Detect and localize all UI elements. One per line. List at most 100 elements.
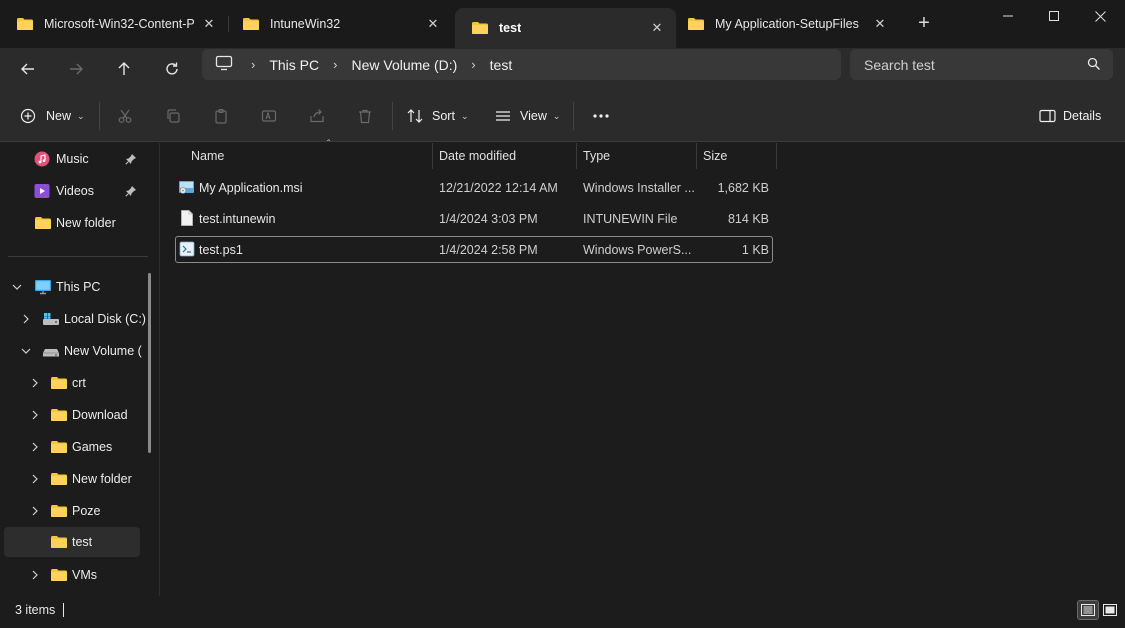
details-pane-button[interactable]: Details [1036, 102, 1101, 130]
search-input[interactable]: Search test [850, 49, 1113, 80]
chevron-right-icon[interactable] [28, 504, 42, 518]
sidebar-item-vms[interactable]: VMs [0, 560, 150, 590]
command-divider [99, 102, 100, 130]
copy-button[interactable] [158, 102, 188, 130]
sidebar-item-videos[interactable]: Videos [0, 176, 150, 206]
column-header-size[interactable]: Size [697, 143, 777, 169]
delete-button[interactable] [350, 102, 380, 130]
file-row-test-intunewin[interactable]: test.intunewin 1/4/2024 3:03 PM INTUNEWI… [175, 205, 773, 232]
sidebar-item-this-pc[interactable]: This PC [0, 272, 150, 302]
tab-test[interactable]: test ✕ [455, 8, 676, 48]
chevron-down-icon[interactable] [19, 344, 33, 358]
pin-icon[interactable] [125, 153, 140, 168]
sidebar-item-test[interactable]: test [4, 527, 140, 557]
close-tab-icon[interactable]: ✕ [424, 15, 442, 33]
file-name: test.ps1 [199, 242, 243, 257]
maximize-icon [1049, 11, 1059, 21]
file-size: 814 KB [727, 211, 769, 226]
share-button[interactable] [302, 102, 332, 130]
powershell-file-icon [179, 241, 195, 260]
sidebar-item-poze[interactable]: Poze [0, 496, 150, 526]
back-button[interactable] [12, 53, 44, 85]
address-bar[interactable]: › This PC › New Volume (D:) › test [202, 49, 841, 80]
arrow-left-icon [21, 63, 34, 75]
sort-button[interactable]: Sort ⌄ [404, 102, 468, 130]
new-tab-button[interactable]: + [912, 12, 936, 36]
column-header-type[interactable]: Type [577, 143, 697, 169]
folder-icon [471, 21, 489, 35]
search-icon[interactable] [1087, 57, 1101, 74]
file-row-test-ps1[interactable]: test.ps1 1/4/2024 2:58 PM Windows PowerS… [175, 236, 773, 263]
sidebar-item-local-disk-c[interactable]: Local Disk (C:) [0, 304, 150, 334]
file-name: test.intunewin [199, 211, 276, 226]
chevron-right-icon[interactable] [28, 472, 42, 486]
chevron-right-icon[interactable] [19, 312, 33, 326]
breadcrumb-this-pc[interactable]: This PC [269, 57, 319, 73]
file-type: Windows Installer ... [583, 180, 695, 195]
view-button[interactable]: View ⌄ [492, 102, 560, 130]
search-placeholder: Search test [864, 56, 935, 73]
sort-icon [404, 102, 426, 130]
chevron-right-icon: › [333, 57, 338, 72]
forward-button[interactable] [60, 53, 92, 85]
tab-label: My Application-SetupFiles [715, 17, 859, 31]
close-icon [1094, 10, 1106, 22]
sidebar-item-new-folder[interactable]: New folder [0, 208, 150, 238]
sidebar-item-label: New folder [72, 472, 132, 486]
sidebar-scrollbar[interactable] [148, 273, 151, 453]
sort-label: Sort [432, 109, 455, 123]
folder-icon [50, 504, 68, 518]
maximize-button[interactable] [1031, 0, 1077, 32]
chevron-right-icon[interactable] [28, 376, 42, 390]
rename-button[interactable] [254, 102, 284, 130]
column-header-date-modified[interactable]: Date modified [433, 143, 577, 169]
close-tab-icon[interactable]: ✕ [648, 19, 666, 37]
chevron-right-icon[interactable] [28, 568, 42, 582]
sidebar-item-new-folder-d[interactable]: New folder [0, 464, 150, 494]
breadcrumb-test[interactable]: test [490, 57, 513, 73]
sidebar-item-label: New folder [56, 216, 116, 230]
chevron-right-icon[interactable] [28, 408, 42, 422]
file-row-my-application-msi[interactable]: My Application.msi 12/21/2022 12:14 AM W… [175, 174, 773, 201]
cut-button[interactable] [110, 102, 140, 130]
new-button[interactable]: New ⌄ [16, 102, 85, 130]
computer-icon [215, 55, 233, 74]
tab-my-application-setupfiles[interactable]: My Application-SetupFiles ✕ [671, 8, 899, 40]
sidebar-item-new-volume-d[interactable]: New Volume (I [0, 336, 150, 366]
refresh-button[interactable] [156, 53, 188, 85]
tab-intunewin32[interactable]: IntuneWin32 ✕ [226, 8, 452, 40]
tab-microsoft-win32-content[interactable]: Microsoft-Win32-Content-P ✕ [0, 8, 228, 40]
close-tab-icon[interactable]: ✕ [871, 15, 889, 33]
sidebar-item-label: Local Disk (C:) [64, 312, 146, 326]
paste-button[interactable] [206, 102, 236, 130]
details-view-button[interactable] [1077, 600, 1099, 620]
close-window-button[interactable] [1077, 0, 1123, 32]
folder-icon [16, 17, 34, 31]
sidebar-item-label: Videos [56, 184, 94, 198]
sidebar-item-music[interactable]: Music [0, 144, 150, 174]
details-label: Details [1063, 109, 1102, 123]
folder-icon [242, 17, 260, 31]
chevron-down-icon[interactable] [10, 280, 24, 294]
sidebar-item-games[interactable]: Games [0, 432, 150, 462]
chevron-right-icon[interactable] [28, 440, 42, 454]
close-tab-icon[interactable]: ✕ [200, 15, 218, 33]
sidebar-item-download[interactable]: Download [0, 400, 150, 430]
pin-icon[interactable] [125, 185, 140, 200]
column-header-label: Size [703, 149, 728, 163]
breadcrumb-new-volume[interactable]: New Volume (D:) [351, 57, 457, 73]
column-header-name[interactable]: Name ˆ [185, 139, 433, 169]
more-options-button[interactable] [586, 102, 616, 130]
minimize-button[interactable] [985, 0, 1031, 32]
file-size: 1 KB [741, 242, 769, 257]
command-divider [573, 102, 574, 130]
folder-icon [687, 17, 705, 31]
scissors-icon [110, 102, 140, 130]
sidebar-item-crt[interactable]: crt [0, 368, 150, 398]
sidebar-item-label: Games [72, 440, 113, 454]
tiles-view-button[interactable] [1099, 600, 1121, 620]
up-button[interactable] [108, 53, 140, 85]
column-header-label: Type [583, 149, 611, 163]
tab-label: test [499, 21, 522, 35]
tab-label: IntuneWin32 [270, 17, 341, 31]
